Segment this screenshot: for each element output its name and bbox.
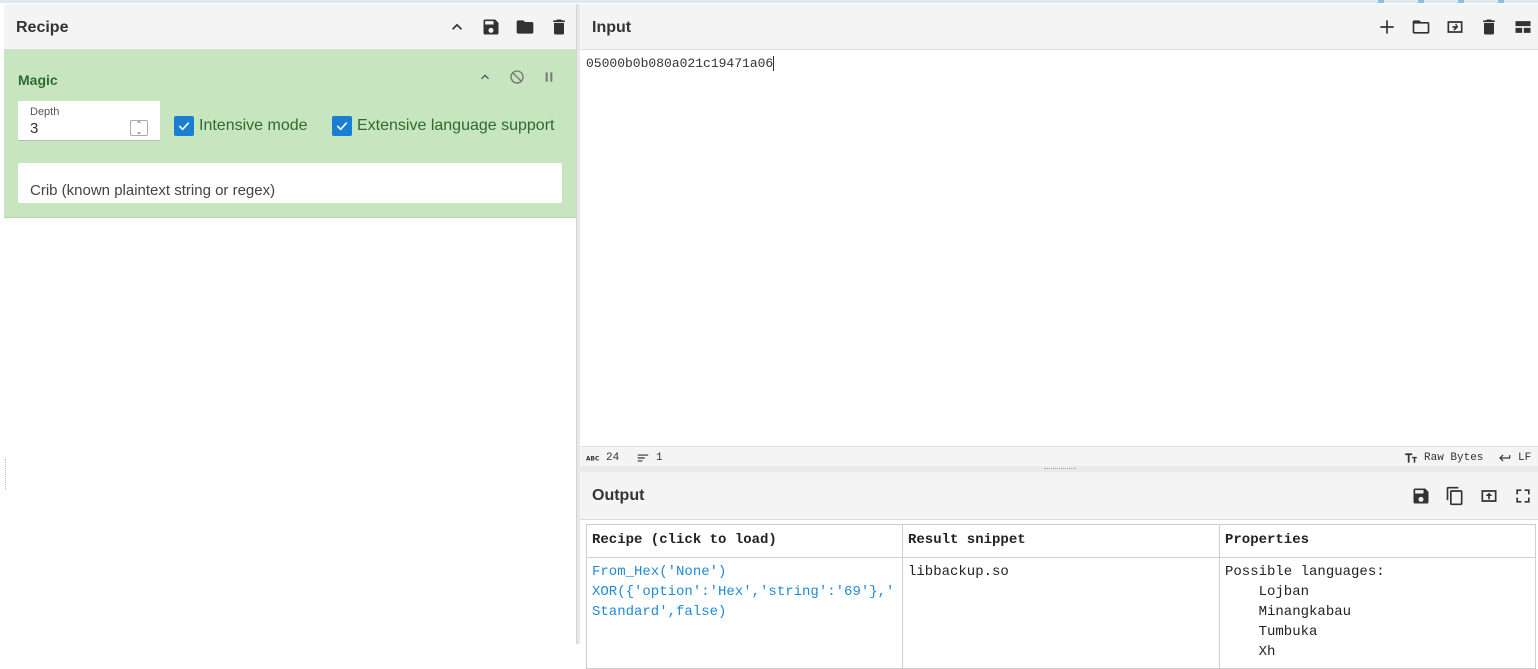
chevron-up-icon[interactable] (446, 16, 468, 38)
lines-value: 1 (656, 452, 663, 464)
magic-results-table: Recipe (click to load) Result snippet Pr… (586, 524, 1536, 669)
properties-cell: Possible languages: Lojban Minangkabau T… (1219, 557, 1536, 669)
checkbox-checked-icon[interactable] (332, 116, 352, 136)
lines-icon (636, 451, 650, 465)
recipe-cell[interactable]: From_Hex('None') XOR({'option':'Hex','st… (586, 557, 903, 669)
top-progress-dots (1378, 0, 1528, 3)
recipe-title: Recipe (16, 19, 69, 36)
operation-controls (474, 66, 560, 88)
save-icon[interactable] (1410, 485, 1432, 507)
return-icon (1498, 451, 1512, 465)
input-value[interactable]: 05000b0b080a021c19471a06 (586, 56, 773, 71)
recipe-header: Recipe (4, 4, 576, 50)
output-pane: Output Recipe (click to load) Result sni… (580, 472, 1538, 669)
table-row: From_Hex('None') XOR({'option':'Hex','st… (586, 557, 1536, 669)
copy-icon[interactable] (1444, 485, 1466, 507)
properties-text: Possible languages: Lojban Minangkabau T… (1225, 564, 1385, 660)
encoding-value[interactable]: Raw Bytes (1424, 452, 1483, 464)
output-toolbar (1410, 485, 1534, 507)
depth-value[interactable]: 3 (30, 120, 38, 137)
length-indicator: ABC 24 (586, 451, 619, 465)
recipe-link[interactable]: From_Hex('None') XOR({'option':'Hex','st… (592, 564, 894, 620)
splitter-grip[interactable] (1044, 468, 1076, 470)
operation-title: Magic (18, 72, 58, 88)
output-title: Output (592, 487, 645, 504)
chevron-up-icon[interactable] (474, 66, 496, 88)
add-icon[interactable] (1376, 16, 1398, 38)
lines-indicator: 1 (636, 451, 663, 465)
top-progress-line (0, 0, 1538, 3)
pane-resize-grip[interactable] (5, 459, 7, 489)
input-toolbar (1376, 16, 1534, 38)
encoding-selector[interactable]: Raw Bytes (1404, 451, 1483, 465)
abc-icon: ABC (586, 451, 600, 465)
output-header: Output (580, 472, 1538, 520)
magic-operation: Magic Depth 3 ⌃ ⌄ Intensive mode Extensiv… (4, 50, 576, 218)
crib-input[interactable] (18, 163, 562, 203)
text-caret (773, 56, 775, 72)
length-value: 24 (606, 452, 620, 464)
depth-stepper[interactable]: ⌃ ⌄ (130, 120, 148, 136)
column-header-recipe: Recipe (click to load) (586, 524, 903, 558)
crib-field[interactable] (18, 163, 562, 203)
replace-input-icon[interactable] (1478, 485, 1500, 507)
eol-selector[interactable]: LF (1498, 451, 1531, 465)
save-icon[interactable] (480, 16, 502, 38)
folder-icon[interactable] (514, 16, 536, 38)
fullscreen-icon[interactable] (1512, 485, 1534, 507)
extensive-language-checkbox[interactable]: Extensive language support (332, 116, 554, 136)
input-pane: Input 05000b0b080a021c19471a06 ABC 24 1 … (580, 4, 1538, 468)
trash-icon[interactable] (1478, 16, 1500, 38)
input-textarea[interactable]: 05000b0b080a021c19471a06 (586, 56, 775, 72)
column-header-properties: Properties (1219, 524, 1536, 558)
input-header: Input (580, 4, 1538, 50)
column-header-snippet: Result snippet (902, 524, 1220, 558)
trash-icon[interactable] (548, 16, 570, 38)
svg-text:ABC: ABC (586, 456, 599, 462)
eol-value[interactable]: LF (1518, 452, 1531, 464)
pause-icon[interactable] (538, 66, 560, 88)
input-file-icon[interactable] (1444, 16, 1466, 38)
snippet-cell: libbackup.so (902, 557, 1220, 669)
depth-field[interactable]: Depth 3 ⌃ ⌄ (18, 101, 160, 141)
table-header-row: Recipe (click to load) Result snippet Pr… (586, 524, 1536, 558)
text-size-icon (1404, 451, 1418, 465)
recipe-pane: Recipe Magic Depth 3 ⌃ ⌄ Intensive mode E… (4, 4, 576, 644)
intensive-mode-label: Intensive mode (199, 117, 308, 134)
extensive-language-label: Extensive language support (357, 117, 555, 134)
input-title: Input (592, 19, 632, 36)
open-folder-icon[interactable] (1410, 16, 1432, 38)
checkbox-checked-icon[interactable] (174, 116, 194, 136)
intensive-mode-checkbox[interactable]: Intensive mode (174, 116, 308, 136)
recipe-toolbar (446, 16, 570, 38)
depth-label: Depth (30, 106, 60, 118)
disable-icon[interactable] (506, 66, 528, 88)
layout-icon[interactable] (1512, 16, 1534, 38)
input-status-bar: ABC 24 1 Raw Bytes LF (580, 446, 1538, 468)
